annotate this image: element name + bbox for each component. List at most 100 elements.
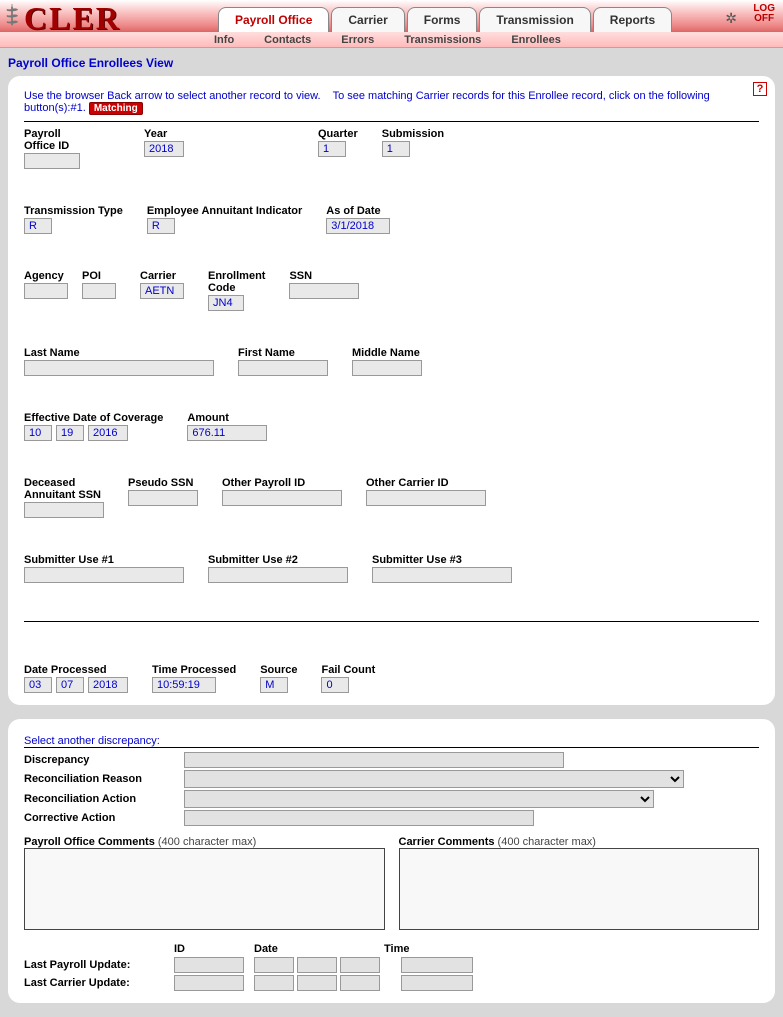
subtab-info[interactable]: Info bbox=[214, 34, 234, 46]
update-header-time: Time bbox=[384, 943, 474, 955]
intro-text-1: Use the browser Back arrow to select ano… bbox=[24, 90, 321, 102]
submitter3-value bbox=[372, 567, 512, 583]
page-title: Payroll Office Enrollees View bbox=[0, 48, 783, 76]
update-header-id: ID bbox=[174, 943, 254, 955]
quarter-value: 1 bbox=[318, 141, 346, 157]
reconciliation-reason-label: Reconciliation Reason bbox=[24, 773, 184, 785]
carrier-comments-textarea[interactable] bbox=[399, 848, 760, 930]
date-processed-month: 03 bbox=[24, 677, 52, 693]
tab-transmission[interactable]: Transmission bbox=[479, 7, 590, 32]
caduceus-icon bbox=[3, 2, 21, 28]
last-payroll-date-m bbox=[254, 957, 294, 973]
poi-value bbox=[82, 283, 116, 299]
submission-label: Submission bbox=[382, 128, 444, 140]
agency-label: Agency bbox=[24, 270, 68, 282]
last-carrier-update-label: Last Carrier Update: bbox=[24, 977, 174, 989]
divider-2 bbox=[24, 621, 759, 622]
last-carrier-id bbox=[174, 975, 244, 991]
last-payroll-time bbox=[401, 957, 473, 973]
last-payroll-date-d bbox=[297, 957, 337, 973]
middle-name-label: Middle Name bbox=[352, 347, 422, 359]
last-name-label: Last Name bbox=[24, 347, 214, 359]
eai-label: Employee Annuitant Indicator bbox=[147, 205, 302, 217]
tab-payroll-office[interactable]: Payroll Office bbox=[218, 7, 329, 32]
reconciliation-action-select[interactable] bbox=[184, 790, 654, 808]
submitter2-value bbox=[208, 567, 348, 583]
first-name-label: First Name bbox=[238, 347, 328, 359]
payroll-comments-textarea[interactable] bbox=[24, 848, 385, 930]
effective-date-month: 10 bbox=[24, 425, 52, 441]
tab-reports[interactable]: Reports bbox=[593, 7, 672, 32]
other-payroll-id-label: Other Payroll ID bbox=[222, 477, 342, 489]
logoff-button[interactable]: LOG OFF bbox=[753, 4, 775, 24]
transmission-type-value: R bbox=[24, 218, 52, 234]
intro-text: Use the browser Back arrow to select ano… bbox=[24, 90, 759, 115]
time-processed-value: 10:59:19 bbox=[152, 677, 216, 693]
submission-value: 1 bbox=[382, 141, 410, 157]
ssn-label: SSN bbox=[289, 270, 359, 282]
last-name-value bbox=[24, 360, 214, 376]
top-bar: CLER Payroll Office Carrier Forms Transm… bbox=[0, 0, 783, 32]
time-processed-label: Time Processed bbox=[152, 664, 236, 676]
first-name-value bbox=[238, 360, 328, 376]
quarter-label: Quarter bbox=[318, 128, 358, 140]
app-logo: CLER bbox=[24, 0, 121, 37]
other-carrier-id-value bbox=[366, 490, 486, 506]
tab-carrier[interactable]: Carrier bbox=[331, 7, 404, 32]
payroll-office-id-label: PayrollOffice ID bbox=[24, 128, 80, 152]
amount-label: Amount bbox=[187, 412, 267, 424]
carrier-comments-max: (400 character max) bbox=[498, 836, 596, 848]
last-carrier-date-d bbox=[297, 975, 337, 991]
subtab-contacts[interactable]: Contacts bbox=[264, 34, 311, 46]
divider bbox=[24, 121, 759, 122]
gear-icon[interactable]: ✲ bbox=[725, 10, 737, 27]
update-header-date: Date bbox=[254, 943, 384, 955]
year-label: Year bbox=[144, 128, 184, 140]
other-payroll-id-value bbox=[222, 490, 342, 506]
last-payroll-date-y bbox=[340, 957, 380, 973]
last-payroll-update-label: Last Payroll Update: bbox=[24, 959, 174, 971]
fail-count-value: 0 bbox=[321, 677, 349, 693]
payroll-office-id-value bbox=[24, 153, 80, 169]
carrier-comments-label: Carrier Comments bbox=[399, 836, 495, 848]
tab-forms[interactable]: Forms bbox=[407, 7, 478, 32]
logoff-line2: OFF bbox=[754, 14, 774, 24]
payroll-comments-max: (400 character max) bbox=[158, 836, 256, 848]
matching-button[interactable]: Matching bbox=[89, 102, 143, 115]
subtab-enrollees[interactable]: Enrollees bbox=[511, 34, 561, 46]
last-payroll-id bbox=[174, 957, 244, 973]
poi-label: POI bbox=[82, 270, 116, 282]
fail-count-label: Fail Count bbox=[321, 664, 375, 676]
source-label: Source bbox=[260, 664, 297, 676]
as-of-date-label: As of Date bbox=[326, 205, 390, 217]
submitter1-value bbox=[24, 567, 184, 583]
last-carrier-date-y bbox=[340, 975, 380, 991]
effective-date-day: 19 bbox=[56, 425, 84, 441]
discrepancy-title: Select another discrepancy: bbox=[24, 735, 759, 747]
enrollment-code-label: EnrollmentCode bbox=[208, 270, 265, 294]
agency-value bbox=[24, 283, 68, 299]
carrier-label: Carrier bbox=[140, 270, 184, 282]
carrier-value: AETN bbox=[140, 283, 184, 299]
discrepancy-panel: Select another discrepancy: Discrepancy … bbox=[8, 719, 775, 1003]
reconciliation-action-label: Reconciliation Action bbox=[24, 793, 184, 805]
reconciliation-reason-select[interactable] bbox=[184, 770, 684, 788]
payroll-comments-label: Payroll Office Comments bbox=[24, 836, 155, 848]
discrepancy-value bbox=[184, 752, 564, 768]
deceased-ssn-value bbox=[24, 502, 104, 518]
transmission-type-label: Transmission Type bbox=[24, 205, 123, 217]
subtab-transmissions[interactable]: Transmissions bbox=[404, 34, 481, 46]
date-processed-day: 07 bbox=[56, 677, 84, 693]
subtab-errors[interactable]: Errors bbox=[341, 34, 374, 46]
eai-value: R bbox=[147, 218, 175, 234]
source-value: M bbox=[260, 677, 288, 693]
details-panel: ? Use the browser Back arrow to select a… bbox=[8, 76, 775, 705]
submitter1-label: Submitter Use #1 bbox=[24, 554, 184, 566]
year-value: 2018 bbox=[144, 141, 184, 157]
date-processed-year: 2018 bbox=[88, 677, 128, 693]
enrollment-code-value: JN4 bbox=[208, 295, 244, 311]
other-carrier-id-label: Other Carrier ID bbox=[366, 477, 486, 489]
deceased-ssn-label: DeceasedAnnuitant SSN bbox=[24, 477, 104, 501]
help-icon[interactable]: ? bbox=[753, 82, 767, 96]
amount-value: 676.11 bbox=[187, 425, 267, 441]
